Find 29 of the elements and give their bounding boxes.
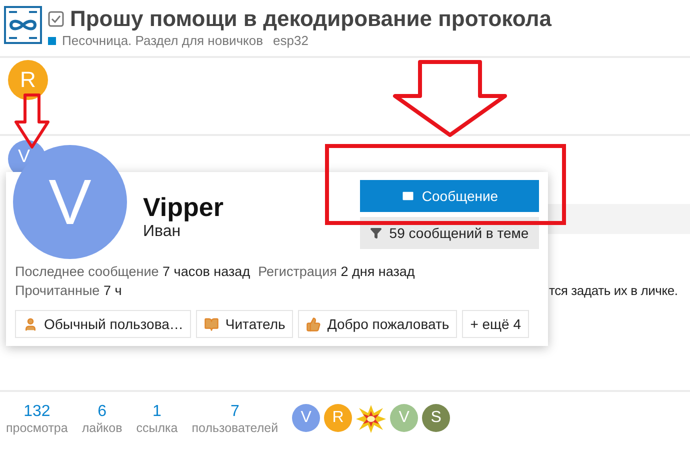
badge-link[interactable]: + ещё 4 xyxy=(462,310,530,338)
logo-icon xyxy=(4,6,42,44)
filter-icon xyxy=(370,227,382,239)
stat-label: ссылка xyxy=(136,421,178,435)
badge-link[interactable]: Читатель xyxy=(196,310,294,338)
participant-avatar[interactable]: V xyxy=(292,404,320,432)
stat-value: 132 xyxy=(24,403,50,421)
stat-label: просмотра xyxy=(6,421,68,435)
tag-link[interactable]: esp32 xyxy=(273,33,308,48)
stat-label: пользователей xyxy=(192,421,278,435)
stat-value: 6 xyxy=(98,403,106,421)
thumbs-up-icon xyxy=(306,316,322,332)
stat-value: 1 xyxy=(152,403,162,421)
category-link[interactable]: Песочница. Раздел для новичков xyxy=(62,33,263,48)
person-icon xyxy=(23,316,38,332)
username: Vipper xyxy=(143,192,224,223)
stat-label: лайков xyxy=(82,421,122,435)
post-text: тся задать их в личке. xyxy=(549,283,678,298)
stat-value: 7 xyxy=(230,403,240,421)
user-stat: Последнее сообщение 7 часов назад xyxy=(15,264,250,279)
badge-link[interactable]: Обычный пользова… xyxy=(15,310,192,338)
book-icon xyxy=(204,316,220,332)
message-button[interactable]: Сообщение xyxy=(360,180,539,212)
badge-link[interactable]: Добро пожаловать xyxy=(298,310,458,338)
user-real-name: Иван xyxy=(143,223,182,241)
user-stat: Регистрация 2 дня назад xyxy=(258,264,415,279)
topic-title: Прошу помощи в декодирование протокола xyxy=(70,6,552,32)
user-stat: Прочитанные 7 ч xyxy=(15,283,122,298)
participant-avatar[interactable]: S xyxy=(422,404,450,432)
